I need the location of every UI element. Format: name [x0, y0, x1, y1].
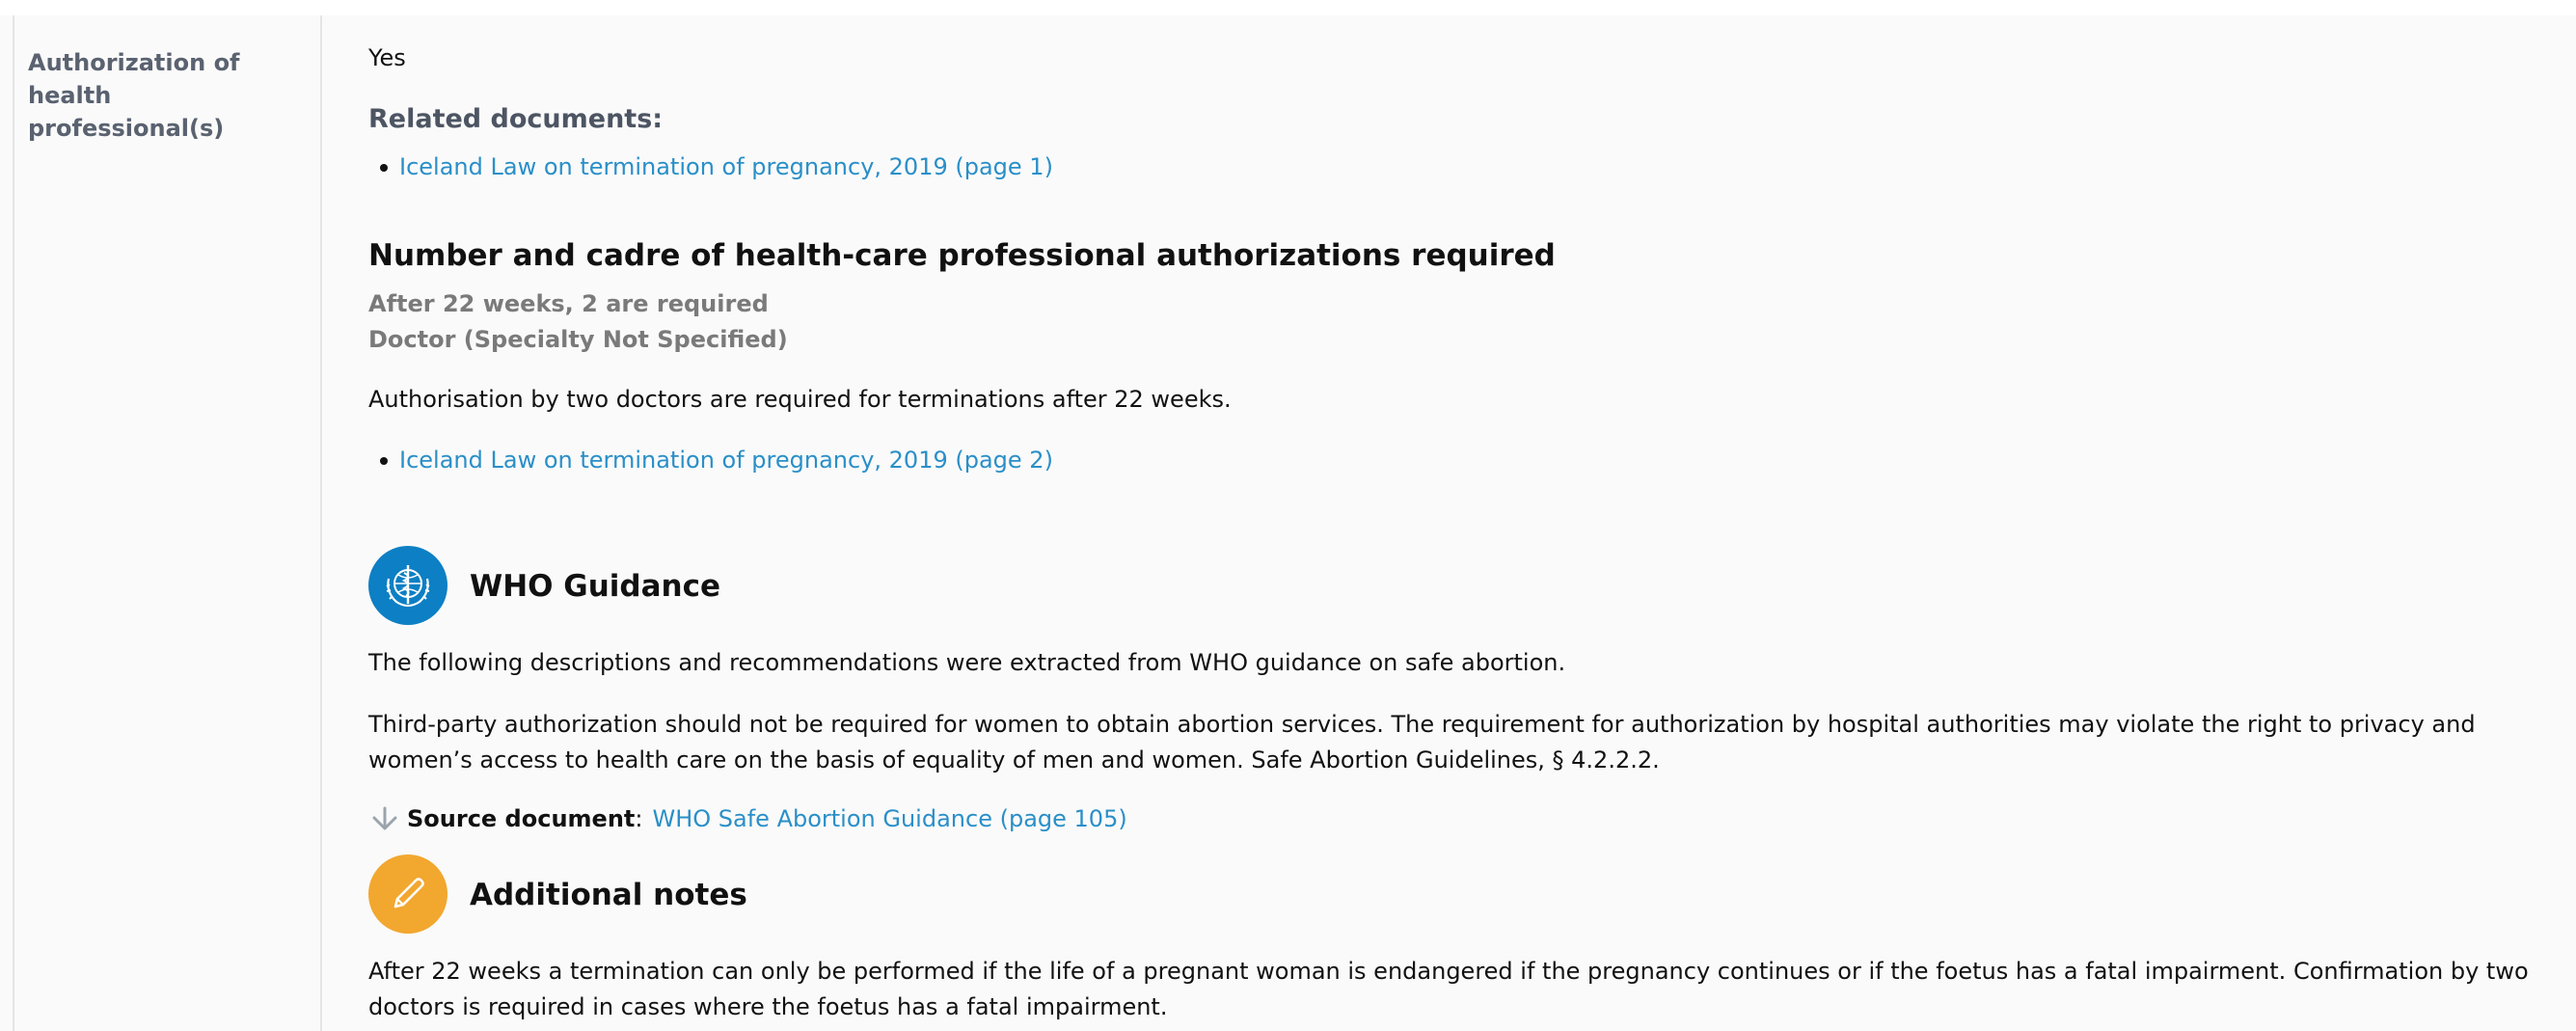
list-item: Iceland Law on termination of pregnancy,… [368, 151, 1053, 182]
related-documents-heading: Related documents: [368, 104, 664, 134]
authorizations-description: Authorisation by two doctors are require… [368, 386, 1232, 413]
top-strip [0, 0, 2576, 15]
source-separator: : [635, 805, 643, 832]
table-left-border [13, 15, 14, 1031]
additional-notes-heading: Additional notes [470, 878, 747, 912]
column-divider [320, 15, 322, 1031]
document-link[interactable]: Iceland Law on termination of pregnancy,… [399, 153, 1053, 180]
who-emblem-icon [368, 546, 447, 625]
source-document-row: Source document : WHO Safe Abortion Guid… [368, 803, 1127, 834]
arrow-down-icon [372, 806, 397, 830]
document-link[interactable]: Iceland Law on termination of pregnancy,… [399, 447, 1053, 474]
source-document-label: Source document [407, 805, 636, 832]
related-documents-list: Iceland Law on termination of pregnancy,… [368, 151, 1053, 182]
authorizations-heading: Number and cadre of health-care professi… [368, 238, 1556, 273]
pencil-icon [368, 855, 447, 934]
answer-value: Yes [368, 44, 406, 71]
authorizations-documents-list: Iceland Law on termination of pregnancy,… [368, 445, 1053, 475]
who-guidance-text: Third-party authorization should not be … [368, 711, 2476, 773]
row-label: Authorization of health professional(s) [28, 49, 240, 142]
list-item: Iceland Law on termination of pregnancy,… [368, 445, 1053, 475]
source-document-link[interactable]: WHO Safe Abortion Guidance (page 105) [652, 803, 1126, 834]
additional-notes-text: After 22 weeks a termination can only be… [368, 958, 2529, 1020]
requirement-count: After 22 weeks, 2 are required [368, 290, 769, 317]
who-guidance-heading: WHO Guidance [470, 569, 721, 604]
who-guidance-intro: The following descriptions and recommend… [368, 649, 1566, 676]
requirement-cadre: Doctor (Specialty Not Specified) [368, 326, 788, 353]
